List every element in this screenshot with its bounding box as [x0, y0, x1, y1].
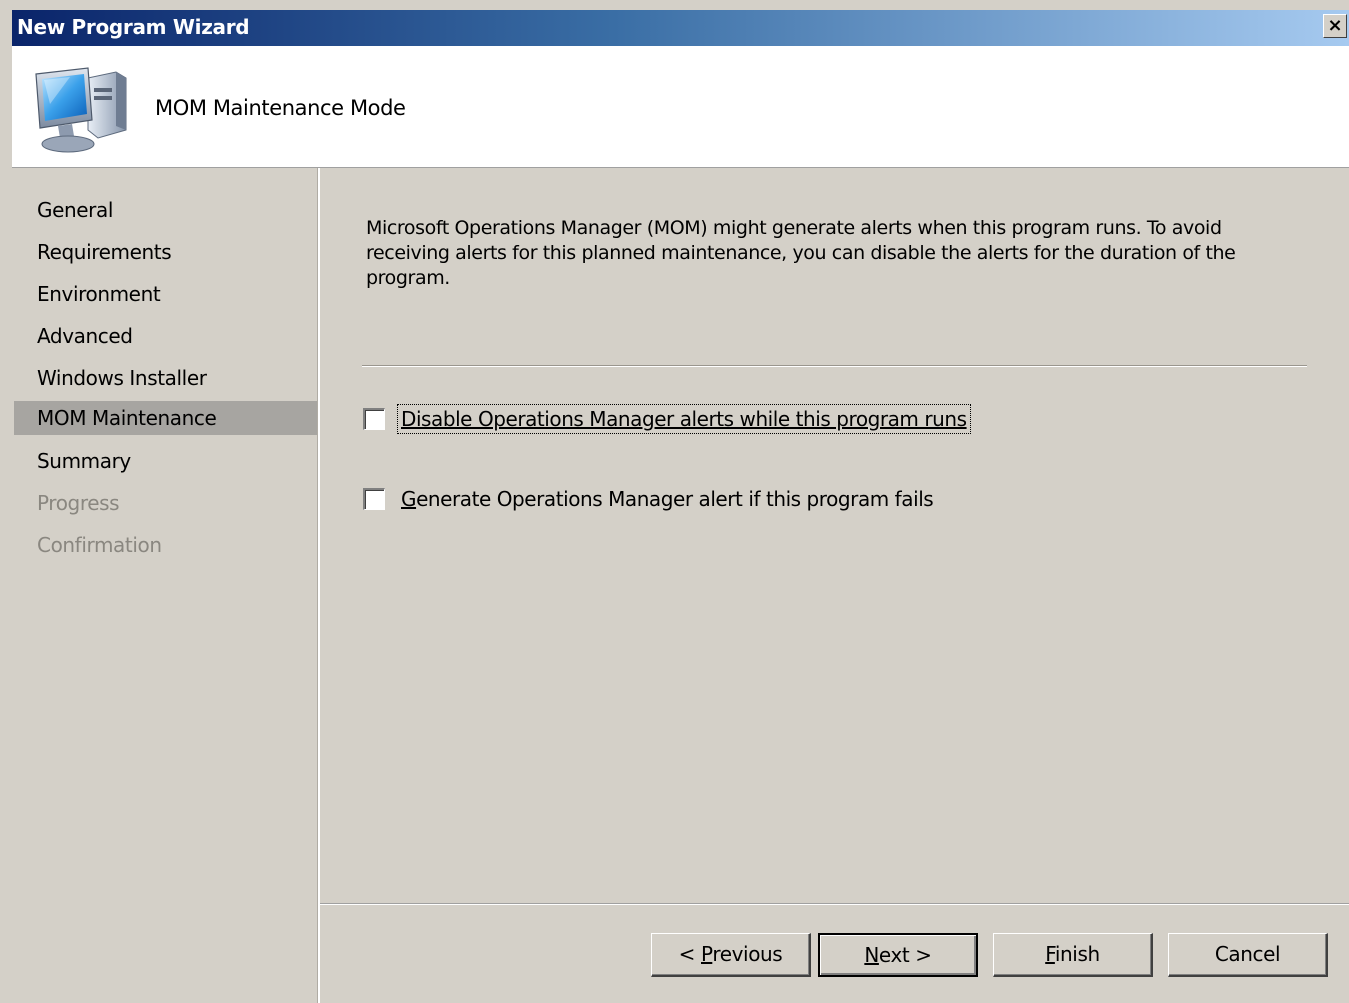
window-title: New Program Wizard — [17, 15, 250, 39]
close-button[interactable]: × — [1323, 14, 1347, 38]
disable-alerts-checkbox[interactable] — [363, 408, 385, 430]
previous-button[interactable]: < Previous — [651, 933, 811, 977]
next-button[interactable]: Next > — [818, 933, 978, 977]
cancel-button[interactable]: Cancel — [1168, 933, 1328, 977]
generate-alert-label[interactable]: Generate Operations Manager alert if thi… — [398, 485, 936, 513]
content-separator — [362, 365, 1307, 367]
nav-item-general[interactable]: General — [14, 193, 317, 227]
nav-item-environment[interactable]: Environment — [14, 277, 317, 311]
generate-alert-checkbox[interactable] — [363, 488, 385, 510]
footer-separator — [320, 903, 1349, 905]
main-content: Microsoft Operations Manager (MOM) might… — [320, 168, 1349, 905]
nav-item-summary[interactable]: Summary — [14, 444, 317, 478]
nav-item-advanced[interactable]: Advanced — [14, 319, 317, 353]
description-text: Microsoft Operations Manager (MOM) might… — [366, 217, 1236, 289]
nav-item-progress: Progress — [37, 491, 120, 515]
close-icon: × — [1327, 15, 1343, 36]
header-banner: MOM Maintenance Mode — [12, 46, 1349, 168]
page-title: MOM Maintenance Mode — [155, 96, 406, 120]
nav-item-windows-installer[interactable]: Windows Installer — [14, 361, 317, 395]
title-bar[interactable]: New Program Wizard × — [12, 10, 1349, 46]
nav-item-requirements[interactable]: Requirements — [14, 235, 317, 269]
disable-alerts-label[interactable]: Disable Operations Manager alerts while … — [397, 404, 971, 434]
wizard-window: New Program Wizard × MOM Maintenance Mod… — [0, 0, 1349, 1003]
computer-monitor-icon — [35, 67, 127, 153]
finish-button[interactable]: Finish — [993, 933, 1153, 977]
nav-item-confirmation: Confirmation — [37, 533, 162, 557]
nav-item-mom-maintenance[interactable]: MOM Maintenance — [14, 401, 317, 435]
wizard-steps-nav: General Requirements Environment Advance… — [12, 168, 317, 1003]
